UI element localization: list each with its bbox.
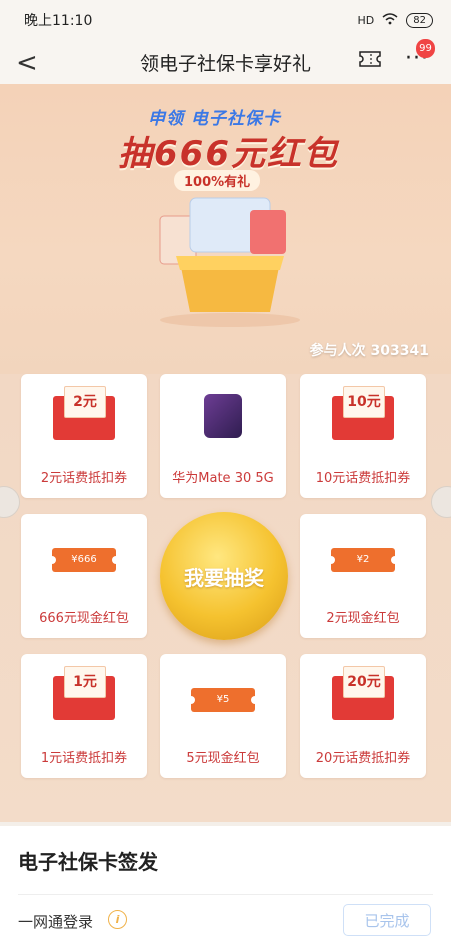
prize-label: 华为Mate 30 5G: [172, 471, 274, 486]
prize-card[interactable]: 1元 1元话费抵扣券: [21, 654, 147, 778]
promo-banner: 申领 电子社保卡 抽666元红包 100%有礼 参与人次 303341: [0, 84, 451, 374]
prize-label: 666元现金红包: [39, 611, 129, 626]
prize-card[interactable]: ¥2 2元现金红包: [300, 514, 426, 638]
coupon-envelope-icon: 20元: [332, 666, 394, 720]
cash-ticket-icon: ¥2: [327, 548, 399, 572]
coupon-envelope-icon: 1元: [53, 666, 115, 720]
status-icons: HD 82: [357, 12, 433, 28]
login-label: 一网通登录: [18, 913, 94, 931]
status-time: 晚上11:10: [24, 13, 93, 29]
info-icon[interactable]: i: [108, 910, 127, 929]
prize-card[interactable]: 华为Mate 30 5G: [160, 374, 286, 498]
back-button[interactable]: <: [16, 48, 38, 78]
prize-label: 10元话费抵扣券: [315, 471, 411, 486]
prize-card[interactable]: 2元 2元话费抵扣券: [21, 374, 147, 498]
banner-pill: 100%有礼: [174, 170, 261, 191]
coupon-face: 20元: [343, 666, 385, 698]
status-bar: 晚上11:10 HD 82: [0, 0, 451, 40]
banner-headline: 抽666元红包: [118, 134, 339, 174]
wifi-icon: [382, 12, 398, 28]
coupon-face: 1元: [64, 666, 106, 698]
divider: [18, 894, 433, 895]
battery-icon: 82: [406, 12, 433, 28]
coupon-envelope-icon: 10元: [332, 386, 394, 440]
done-button[interactable]: 已完成: [343, 904, 431, 936]
phone-icon: [204, 394, 242, 438]
coupon-envelope-icon: 2元: [53, 386, 115, 440]
draw-button[interactable]: 我要抽奖: [160, 512, 288, 640]
cash-ticket-icon: ¥5: [187, 688, 259, 712]
prize-card[interactable]: 20元 20元话费抵扣券: [300, 654, 426, 778]
participants-count: 参与人次 303341: [309, 343, 429, 359]
prize-label: 20元话费抵扣券: [315, 751, 411, 766]
prize-card[interactable]: ¥5 5元现金红包: [160, 654, 286, 778]
page-title: 领电子社保卡享好礼: [139, 52, 311, 75]
prize-label: 2元现金红包: [326, 611, 400, 626]
ticket-icon[interactable]: [359, 50, 381, 68]
coupon-face: 10元: [343, 386, 385, 418]
signal-icon: HD: [357, 13, 375, 27]
coupon-face: 2元: [64, 386, 106, 418]
prize-card[interactable]: 10元 10元话费抵扣券: [300, 374, 426, 498]
issuance-panel: 电子社保卡签发 一网通登录 i 已完成: [0, 826, 451, 941]
notification-badge: 99: [416, 39, 435, 58]
prize-card[interactable]: ¥666 666元现金红包: [21, 514, 147, 638]
prize-label: 1元话费抵扣券: [40, 751, 128, 766]
prize-label: 2元话费抵扣券: [40, 471, 128, 486]
cash-ticket-icon: ¥666: [48, 548, 120, 572]
banner-illustration: [159, 197, 300, 327]
panel-title: 电子社保卡签发: [18, 850, 158, 874]
prize-label: 5元现金红包: [186, 751, 260, 766]
title-bar: < 领电子社保卡享好礼 ··· 99: [0, 39, 451, 84]
